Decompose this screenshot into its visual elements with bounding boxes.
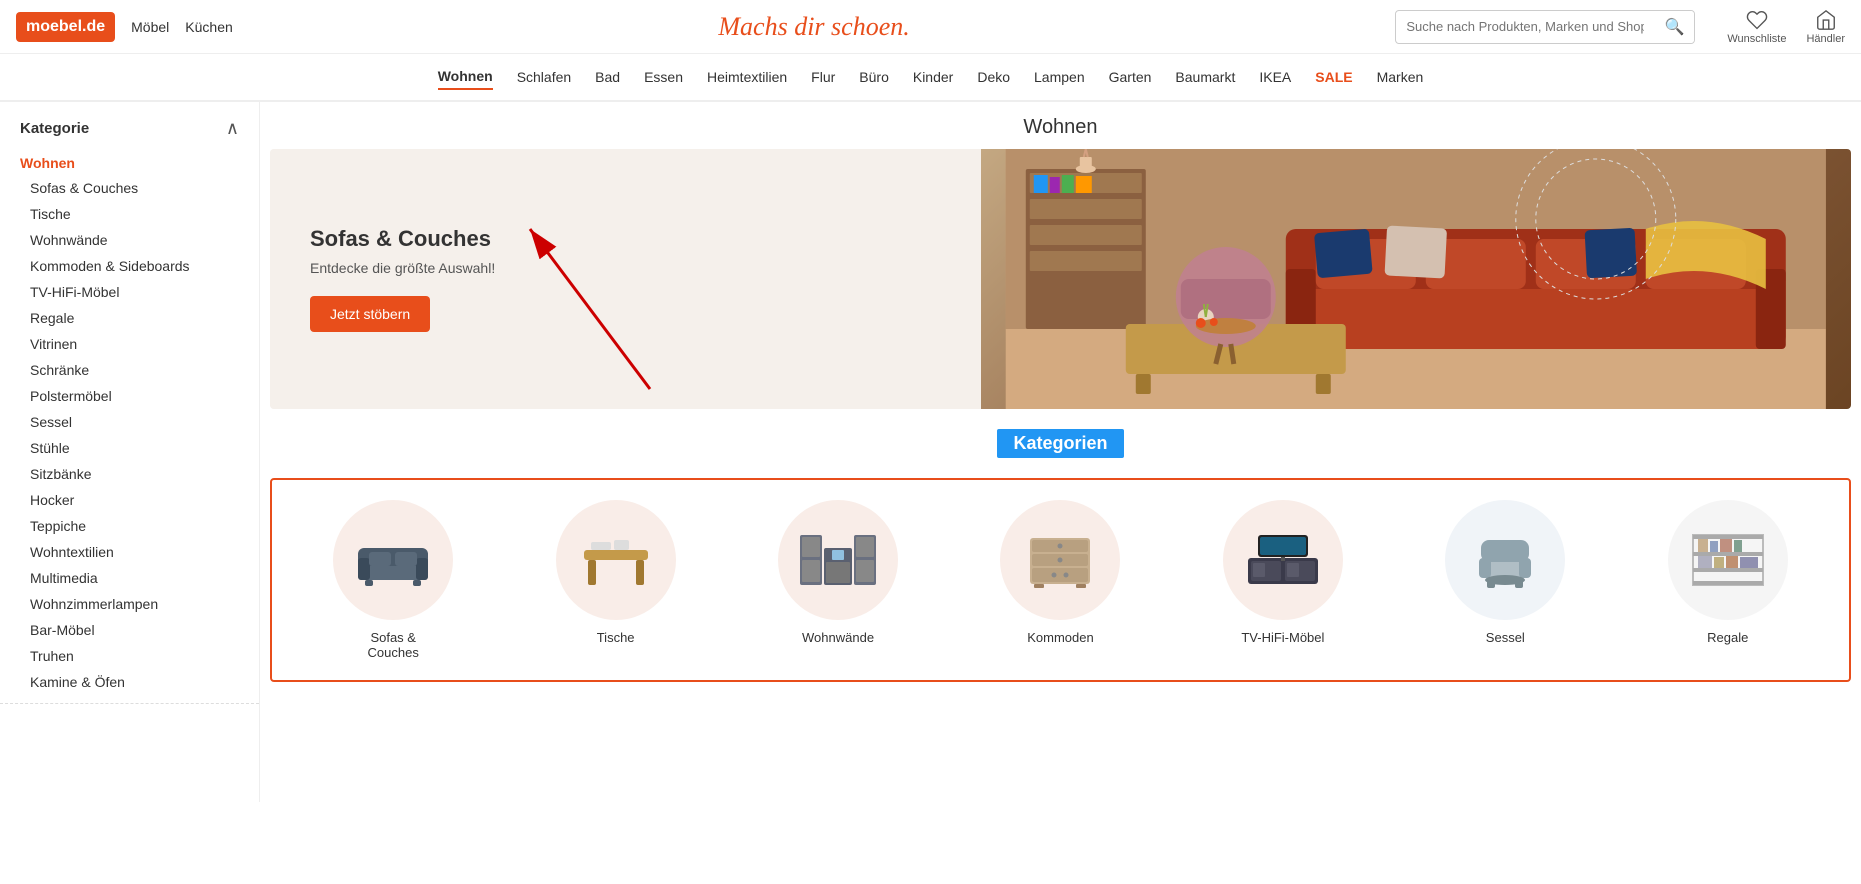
brand-title: Machs dir schoen. (249, 12, 1380, 42)
wall-unit-icon (798, 530, 878, 590)
main-nav: Wohnen Schlafen Bad Essen Heimtextilien … (0, 54, 1861, 102)
top-actions: Wunschliste Händler (1727, 9, 1845, 45)
sidebar-item-hocker[interactable]: Hocker (0, 487, 259, 513)
sidebar-title: Kategorie (20, 120, 89, 137)
search-bar: 🔍 (1395, 10, 1695, 44)
dresser-icon (1020, 530, 1100, 590)
page-layout: Kategorie ∧ Wohnen Sofas & Couches Tisch… (0, 102, 1861, 802)
nav-garten[interactable]: Garten (1109, 65, 1152, 89)
table-icon (576, 530, 656, 590)
nav-wohnen[interactable]: Wohnen (438, 64, 493, 90)
sidebar-item-sessel[interactable]: Sessel (0, 409, 259, 435)
sidebar-item-kamine[interactable]: Kamine & Öfen (0, 669, 259, 695)
sidebar-item-teppiche[interactable]: Teppiche (0, 513, 259, 539)
main-content: Wohnen Sofas & Couches Entdecke die größ… (260, 102, 1861, 802)
store-icon (1815, 9, 1837, 31)
kategorie-tv[interactable]: TV-HiFi-Möbel (1218, 500, 1348, 660)
sidebar-item-bar[interactable]: Bar-Möbel (0, 617, 259, 643)
shelf-icon (1688, 530, 1768, 590)
kategorie-circle-regale (1668, 500, 1788, 620)
kategorie-label-sessel: Sessel (1486, 630, 1525, 645)
kategorie-wohnwande[interactable]: Wohnwände (773, 500, 903, 660)
kategorie-circle-tv (1223, 500, 1343, 620)
nav-essen[interactable]: Essen (644, 65, 683, 89)
hero-subtitle: Entdecke die größte Auswahl! (310, 260, 941, 276)
kategorien-title-wrapper: Kategorien (270, 429, 1851, 458)
kategorie-circle-sofas (333, 500, 453, 620)
nav-ikea[interactable]: IKEA (1259, 65, 1291, 89)
tv-unit-icon (1243, 530, 1323, 590)
nav-lampen[interactable]: Lampen (1034, 65, 1085, 89)
nav-marken[interactable]: Marken (1377, 65, 1424, 89)
hero-title: Sofas & Couches (310, 226, 941, 252)
nav-bad[interactable]: Bad (595, 65, 620, 89)
sidebar-item-tische[interactable]: Tische (0, 201, 259, 227)
heart-icon (1746, 9, 1768, 31)
sidebar-item-stuhle[interactable]: Stühle (0, 435, 259, 461)
hero-scene-svg (981, 149, 1851, 409)
nav-schlafen[interactable]: Schlafen (517, 65, 571, 89)
sidebar-item-multimedia[interactable]: Multimedia (0, 565, 259, 591)
sidebar-divider (0, 703, 259, 704)
kategorien-section: Kategorien (260, 409, 1861, 702)
kategorie-circle-tische (556, 500, 676, 620)
kategorie-regale[interactable]: Regale (1663, 500, 1793, 660)
kategorie-label-kommoden: Kommoden (1027, 630, 1093, 645)
kategorie-label-wohnwande: Wohnwände (802, 630, 874, 645)
sidebar-item-wohnwande[interactable]: Wohnwände (0, 227, 259, 253)
kategorie-circle-kommoden (1000, 500, 1120, 620)
sidebar-item-wohnen[interactable]: Wohnen (0, 151, 259, 175)
nav-buro[interactable]: Büro (859, 65, 889, 89)
hero-left: Sofas & Couches Entdecke die größte Ausw… (270, 149, 981, 409)
sidebar-item-truhen[interactable]: Truhen (0, 643, 259, 669)
kategorie-label-tische: Tische (597, 630, 635, 645)
sidebar-item-regale[interactable]: Regale (0, 305, 259, 331)
nav-kuchen[interactable]: Küchen (185, 19, 232, 35)
logo[interactable]: moebel.de (16, 12, 115, 42)
sidebar-toggle[interactable]: ∧ (226, 118, 239, 139)
nav-deko[interactable]: Deko (977, 65, 1010, 89)
sidebar-item-sofas[interactable]: Sofas & Couches (0, 175, 259, 201)
armchair-icon (1465, 530, 1545, 590)
nav-baumarkt[interactable]: Baumarkt (1175, 65, 1235, 89)
sidebar-item-wohnzimmerlampen[interactable]: Wohnzimmerlampen (0, 591, 259, 617)
kategorie-kommoden[interactable]: Kommoden (995, 500, 1125, 660)
nav-mobel[interactable]: Möbel (131, 19, 169, 35)
kategorie-sofas[interactable]: Sofas &Couches (328, 500, 458, 660)
hero-banner: Sofas & Couches Entdecke die größte Ausw… (270, 149, 1851, 409)
kategorie-label-regale: Regale (1707, 630, 1748, 645)
nav-kinder[interactable]: Kinder (913, 65, 953, 89)
sidebar-item-wohntextilien[interactable]: Wohntextilien (0, 539, 259, 565)
sidebar-item-polster[interactable]: Polstermöbel (0, 383, 259, 409)
nav-flur[interactable]: Flur (811, 65, 835, 89)
sidebar: Kategorie ∧ Wohnen Sofas & Couches Tisch… (0, 102, 260, 802)
top-bar: moebel.de Möbel Küchen Machs dir schoen.… (0, 0, 1861, 54)
kategorie-label-sofas: Sofas &Couches (368, 630, 419, 660)
kategorien-grid-wrapper: Sofas &Couches (270, 478, 1851, 682)
hero-cta-button[interactable]: Jetzt stöbern (310, 296, 430, 332)
sidebar-item-sitzbanke[interactable]: Sitzbänke (0, 461, 259, 487)
kategorie-circle-wohnwande (778, 500, 898, 620)
kategorie-circle-sessel (1445, 500, 1565, 620)
sidebar-item-kommoden[interactable]: Kommoden & Sideboards (0, 253, 259, 279)
sidebar-item-schranke[interactable]: Schränke (0, 357, 259, 383)
kategorie-tische[interactable]: Tische (551, 500, 681, 660)
page-heading: Wohnen (260, 102, 1861, 149)
kategorien-title: Kategorien (997, 429, 1123, 458)
nav-heimtextilien[interactable]: Heimtextilien (707, 65, 787, 89)
nav-sale[interactable]: SALE (1315, 65, 1352, 89)
search-button[interactable]: 🔍 (1654, 11, 1694, 43)
sofa-icon (353, 530, 433, 590)
kategorie-label-tv: TV-HiFi-Möbel (1241, 630, 1324, 645)
search-input[interactable] (1396, 13, 1654, 40)
hero-image (981, 149, 1851, 409)
kategorien-grid: Sofas &Couches (292, 500, 1829, 660)
wishlist-button[interactable]: Wunschliste (1727, 9, 1786, 45)
sidebar-item-vitrinen[interactable]: Vitrinen (0, 331, 259, 357)
sidebar-item-tv[interactable]: TV-HiFi-Möbel (0, 279, 259, 305)
sidebar-header: Kategorie ∧ (0, 118, 259, 151)
kategorie-sessel[interactable]: Sessel (1440, 500, 1570, 660)
haendler-button[interactable]: Händler (1806, 9, 1845, 45)
